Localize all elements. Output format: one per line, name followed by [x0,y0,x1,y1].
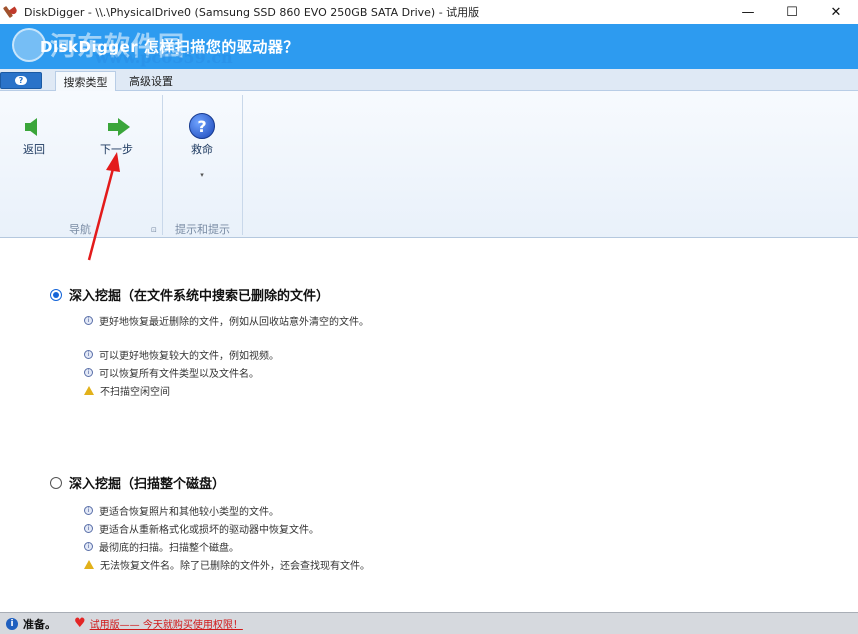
list-item: i更适合恢复照片和其他较小类型的文件。 [84,501,370,519]
wizard-header: 河东软件园 DiskDigger 怎样扫描您的驱动器？ [0,24,858,69]
help-question-icon: ? [189,113,215,139]
radio-filesystem-scan[interactable] [50,289,62,301]
window-controls: — ☐ ✕ [726,0,858,24]
trial-purchase-link[interactable]: 试用版—— 今天就购买使用权限！ [90,616,243,631]
heart-icon: ♥ [74,616,86,631]
list-item: i可以更好地恢复较大的文件，例如视频。 [84,345,369,363]
group-separator [162,95,163,235]
diskdigger-shovel-icon [4,5,18,19]
info-icon: i [84,542,93,551]
info-icon: i [84,524,93,533]
info-icon: i [84,350,93,359]
close-button[interactable]: ✕ [814,0,858,24]
option-title: 深入挖掘（在文件系统中搜索已删除的文件） [69,285,329,304]
list-item: i更适合从重新格式化或损坏的驱动器中恢复文件。 [84,519,370,537]
warning-icon [84,560,94,569]
back-arrow-icon [22,117,46,137]
help-button[interactable]: ? 救命 ▾ [189,113,215,179]
list-item: i更好地恢复最近删除的文件，例如从回收站意外清空的文件。 [84,311,369,329]
list-item: i最彻底的扫描。扫描整个磁盘。 [84,537,370,555]
list-item: 无法恢复文件名。除了已删除的文件外，还会查找现有文件。 [84,555,370,573]
window-title: DiskDigger - \\.\PhysicalDrive0 (Samsung… [24,4,479,20]
status-text: 准备。 [23,616,56,632]
ribbon-panel: 返回 下一步 导航 ⊡ ? 救命 ▾ 提示和提示 [0,91,858,238]
app-menu-icon: ? [15,76,27,85]
title-bar: DiskDigger - \\.\PhysicalDrive0 (Samsung… [0,0,858,24]
tab-advanced-settings[interactable]: 高级设置 [120,71,182,91]
status-info-icon: i [6,618,18,630]
next-label: 下一步 [100,141,133,157]
group-launcher-icon[interactable]: ⊡ [151,226,157,234]
option-full-disk-scan[interactable]: 深入挖掘（扫描整个磁盘） [50,473,225,492]
minimize-button[interactable]: — [726,0,770,24]
maximize-button[interactable]: ☐ [770,0,814,24]
option-filesystem-details: i更好地恢复最近删除的文件，例如从回收站意外清空的文件。 i可以更好地恢复较大的… [84,311,369,399]
option-filesystem-scan[interactable]: 深入挖掘（在文件系统中搜索已删除的文件） [50,285,329,304]
help-dropdown-icon[interactable]: ▾ [200,171,204,179]
diskdigger-window: DiskDigger - \\.\PhysicalDrive0 (Samsung… [0,0,858,634]
option-full-disk-details: i更适合恢复照片和其他较小类型的文件。 i更适合从重新格式化或损坏的驱动器中恢复… [84,501,370,573]
next-arrow-icon [105,117,129,137]
group-label-tips: 提示和提示 [175,221,230,237]
help-label: 救命 [191,141,213,157]
warning-icon [84,386,94,395]
list-item: 不扫描空闲空间 [84,381,369,399]
app-menu-button[interactable]: ? [0,72,42,89]
group-label-navigation: 导航 [69,221,91,237]
info-icon: i [84,368,93,377]
option-title: 深入挖掘（扫描整个磁盘） [69,473,225,492]
back-label: 返回 [23,141,45,157]
back-button[interactable]: 返回 [22,117,46,157]
status-bar: i 准备。 ♥ 试用版—— 今天就购买使用权限！ [0,612,858,634]
radio-full-disk-scan[interactable] [50,477,62,489]
info-icon: i [84,506,93,515]
list-item: i可以恢复所有文件类型以及文件名。 [84,363,369,381]
wizard-title: DiskDigger 怎样扫描您的驱动器？ [40,36,299,57]
info-icon: i [84,316,93,325]
ribbon-tabs: ? 搜索类型 高级设置 [0,69,858,91]
tab-search-type[interactable]: 搜索类型 [55,71,116,91]
next-button[interactable]: 下一步 [100,117,133,157]
group-separator [242,95,243,235]
